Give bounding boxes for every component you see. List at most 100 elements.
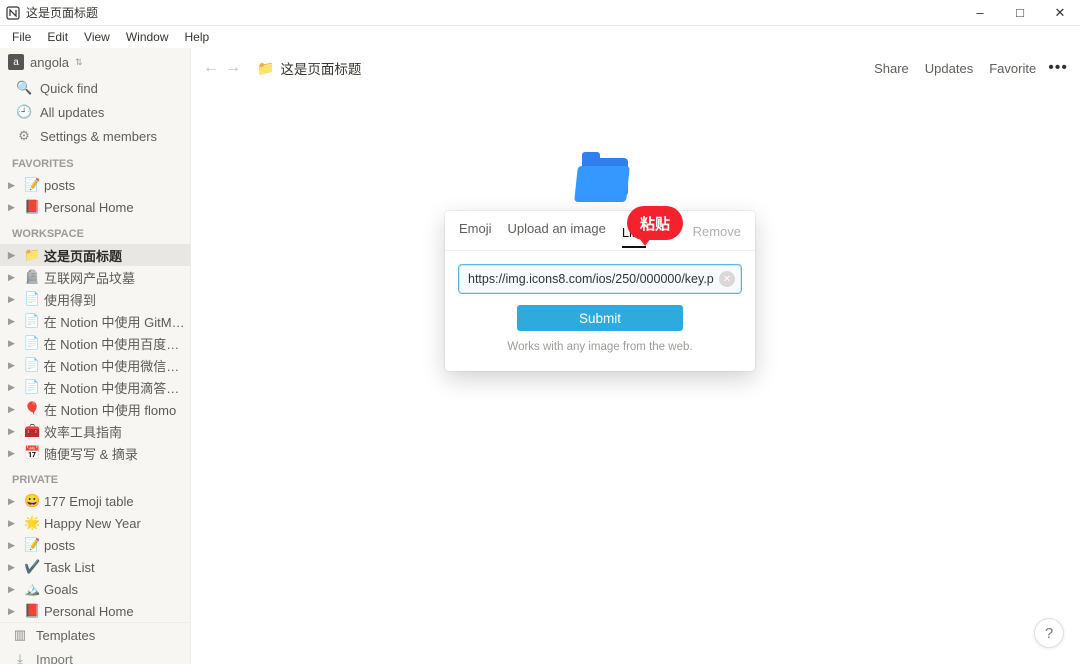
share-button[interactable]: Share [866, 61, 917, 76]
caret-icon: ▶ [8, 180, 20, 191]
caret-icon: ▶ [8, 250, 20, 261]
import[interactable]: ⤓ Import [0, 647, 190, 664]
quick-find-label: Quick find [40, 81, 98, 96]
tree-row[interactable]: ▶📝posts [0, 534, 190, 556]
page-icon: 📕 [24, 603, 40, 619]
import-label: Import [36, 652, 73, 664]
caret-icon: ▶ [8, 584, 20, 595]
popup-hint-text: Works with any image from the web. [459, 341, 741, 353]
page-icon: 📁 [24, 247, 40, 263]
sidebar: a angola ⇅ 🔍 Quick find 🕘 All updates ⚙ … [0, 48, 191, 664]
folder-icon: 📁 [257, 60, 274, 77]
tree-row[interactable]: ▶✔️Task List [0, 556, 190, 578]
menu-file[interactable]: File [4, 28, 39, 46]
nav-back-button[interactable]: ← [203, 59, 219, 77]
page-icon: 🎈 [24, 401, 40, 417]
page-label: 这是页面标题 [44, 246, 122, 265]
tree-row[interactable]: ▶📕Personal Home [0, 600, 190, 622]
page-label: Happy New Year [44, 516, 141, 531]
page-label: posts [44, 178, 75, 193]
quick-find[interactable]: 🔍 Quick find [0, 76, 190, 100]
page-canvas: Emoji Upload an image Link Remove ✕ Subm… [191, 88, 1080, 664]
page-label: Goals [44, 582, 78, 597]
submit-button[interactable]: Submit [517, 305, 683, 331]
page-icon: ✔️ [24, 559, 40, 575]
image-url-input[interactable] [459, 265, 741, 293]
clock-icon: 🕘 [16, 104, 32, 120]
tree-row[interactable]: ▶😀177 Emoji table [0, 490, 190, 512]
page-icon: 📄 [23, 357, 39, 373]
import-icon: ⤓ [12, 651, 28, 664]
tree-row[interactable]: ▶📕Personal Home [0, 196, 190, 218]
main: ← → 📁 这是页面标题 Share Updates Favorite ••• … [191, 48, 1080, 664]
page-icon: 📄 [23, 335, 39, 351]
menu-view[interactable]: View [76, 28, 118, 46]
remove-icon-button[interactable]: Remove [693, 224, 741, 239]
caret-icon: ▶ [8, 360, 19, 371]
caret-icon: ▶ [8, 562, 20, 573]
window-title: 这是页面标题 [26, 4, 960, 21]
tree-row[interactable]: ▶ 📁这是页面标题 [0, 244, 190, 266]
nav-forward-button[interactable]: → [225, 59, 241, 77]
tree-row[interactable]: ▶ 📄在 Notion 中使用微信读书 [0, 354, 190, 376]
caret-icon: ▶ [8, 272, 20, 283]
menu-edit[interactable]: Edit [39, 28, 76, 46]
page-icon: 🧰 [24, 423, 40, 439]
tree-row[interactable]: ▶ 🏔️ Goals [0, 578, 190, 600]
menu-window[interactable]: Window [118, 28, 177, 46]
updates-button[interactable]: Updates [917, 61, 981, 76]
caret-icon: ▶ [8, 404, 20, 415]
section-favorites: FAVORITES [0, 148, 190, 174]
tree-row[interactable]: ▶🧰效率工具指南 [0, 420, 190, 442]
menubar: File Edit View Window Help [0, 26, 1080, 48]
paste-annotation-bubble: 粘贴 [627, 206, 683, 240]
window-maximize-button[interactable]: □ [1000, 0, 1040, 26]
page-hero-icon[interactable] [576, 158, 632, 202]
menu-help[interactable]: Help [177, 28, 218, 46]
tree-row[interactable]: ▶📄在 Notion 中使用滴答清单 [0, 376, 190, 398]
all-updates[interactable]: 🕘 All updates [0, 100, 190, 124]
gear-icon: ⚙ [16, 128, 32, 144]
tree-row[interactable]: ▶📅随便写写 & 摘录 [0, 442, 190, 464]
tree-row[interactable]: ▶📄在 Notion 中使用百度脑图 [0, 332, 190, 354]
clear-input-button[interactable]: ✕ [719, 271, 735, 287]
page-label: 在 Notion 中使用 GitMind [44, 312, 186, 331]
paste-annotation-text: 粘贴 [640, 213, 670, 234]
tree-row[interactable]: ▶🌟Happy New Year [0, 512, 190, 534]
window-minimize-button[interactable]: – [960, 0, 1000, 26]
page-label: 在 Notion 中使用微信读书 [43, 356, 186, 375]
caret-icon: ▶ [8, 202, 20, 213]
favorite-button[interactable]: Favorite [981, 61, 1044, 76]
page-label: 在 Notion 中使用滴答清单 [43, 378, 186, 397]
settings-members-label: Settings & members [40, 129, 157, 144]
page-label: Personal Home [44, 200, 134, 215]
tree-row[interactable]: ▶📄在 Notion 中使用 GitMind [0, 310, 190, 332]
workspace-switcher[interactable]: a angola ⇅ [0, 48, 190, 76]
tree-row[interactable]: ▶📄使用得到 [0, 288, 190, 310]
tab-emoji[interactable]: Emoji [459, 221, 492, 242]
tree-row[interactable]: ▶📝posts [0, 174, 190, 196]
page-icon: 🪦 [24, 269, 40, 285]
page-icon: 📄 [23, 379, 39, 395]
topbar: ← → 📁 这是页面标题 Share Updates Favorite ••• [191, 48, 1080, 88]
page-label: 177 Emoji table [44, 494, 134, 509]
tree-row[interactable]: ▶🎈在 Notion 中使用 flomo [0, 398, 190, 420]
tab-upload-image[interactable]: Upload an image [508, 221, 606, 242]
page-label: 使用得到 [44, 290, 96, 309]
templates-label: Templates [36, 628, 95, 643]
settings-members[interactable]: ⚙ Settings & members [0, 124, 190, 148]
page-icon: 🏔️ [24, 581, 40, 597]
window-close-button[interactable]: ✕ [1040, 0, 1080, 26]
templates-icon: ▥ [12, 627, 28, 643]
page-label: posts [44, 538, 75, 553]
all-updates-label: All updates [40, 105, 104, 120]
templates[interactable]: ▥ Templates [0, 623, 190, 647]
page-label: 互联网产品坟墓 [44, 268, 135, 287]
app-icon [6, 6, 20, 20]
breadcrumb-title[interactable]: 这是页面标题 [280, 58, 361, 78]
help-button[interactable]: ? [1034, 618, 1064, 648]
more-button[interactable]: ••• [1044, 59, 1068, 77]
page-icon: 📄 [24, 313, 40, 329]
caret-icon: ▶ [8, 426, 20, 437]
tree-row[interactable]: ▶ 🪦互联网产品坟墓 [0, 266, 190, 288]
